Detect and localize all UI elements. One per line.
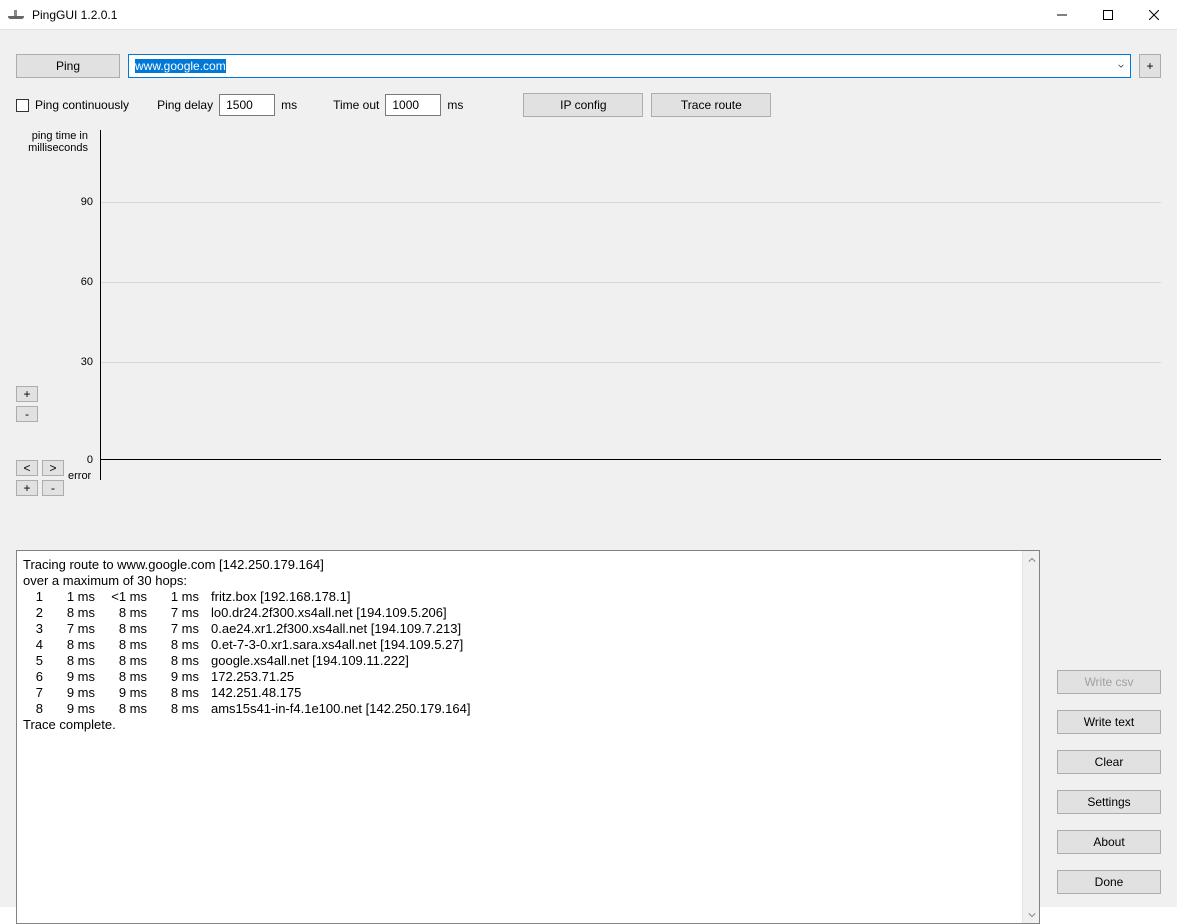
- chart-zoom-in-button[interactable]: +: [16, 386, 38, 402]
- chart-tick: 60: [53, 276, 93, 288]
- ping-delay-label: Ping delay: [157, 98, 213, 112]
- trace-output[interactable]: Tracing route to www.google.com [142.250…: [17, 551, 1022, 923]
- chart-nav-in-button[interactable]: +: [16, 480, 38, 496]
- minimize-icon: [1057, 10, 1067, 20]
- chart-nav-controls: < > + -: [16, 460, 64, 496]
- about-button[interactable]: About: [1057, 830, 1161, 854]
- window-minimize-button[interactable]: [1039, 0, 1085, 30]
- maximize-icon: [1103, 10, 1113, 20]
- chart-nav-prev-button[interactable]: <: [16, 460, 38, 476]
- clear-button[interactable]: Clear: [1057, 750, 1161, 774]
- caret-down-icon: [1028, 911, 1036, 919]
- scroll-up-button[interactable]: [1023, 551, 1040, 568]
- host-dropdown-button[interactable]: [1112, 55, 1130, 77]
- output-scrollbar[interactable]: [1022, 551, 1039, 923]
- add-host-button[interactable]: +: [1139, 54, 1161, 78]
- ping-continuously-checkbox[interactable]: Ping continuously: [16, 98, 129, 112]
- chevron-down-icon: [1118, 62, 1124, 70]
- chart-nav-next-button[interactable]: >: [42, 460, 64, 476]
- chart-zoom-controls: + -: [16, 386, 38, 422]
- timeout-input[interactable]: [385, 94, 441, 116]
- timeout-label: Time out: [333, 98, 379, 112]
- chart-xaxis: [101, 459, 1161, 460]
- done-button[interactable]: Done: [1057, 870, 1161, 894]
- timeout-unit: ms: [447, 98, 463, 112]
- side-buttons: Write csv Write text Clear Settings Abou…: [1057, 670, 1161, 894]
- chart-axis-area: 90 60 30 0: [100, 130, 1161, 480]
- output-panel: Tracing route to www.google.com [142.250…: [16, 550, 1040, 924]
- ipconfig-button[interactable]: IP config: [523, 93, 643, 117]
- chart-tick: 30: [53, 356, 93, 368]
- traceroute-button[interactable]: Trace route: [651, 93, 771, 117]
- scroll-down-button[interactable]: [1023, 906, 1040, 923]
- write-csv-button[interactable]: Write csv: [1057, 670, 1161, 694]
- window-maximize-button[interactable]: [1085, 0, 1131, 30]
- chart-zoom-out-button[interactable]: -: [16, 406, 38, 422]
- caret-up-icon: [1028, 556, 1036, 564]
- settings-button[interactable]: Settings: [1057, 790, 1161, 814]
- chart-tick: 90: [53, 196, 93, 208]
- window-close-button[interactable]: [1131, 0, 1177, 30]
- ping-chart: ping time inmilliseconds 90 60 30 0 erro…: [16, 130, 1161, 542]
- ping-continuously-label: Ping continuously: [35, 98, 129, 112]
- write-text-button[interactable]: Write text: [1057, 710, 1161, 734]
- titlebar: PingGUI 1.2.0.1: [0, 0, 1177, 30]
- chart-ylabel: ping time inmilliseconds: [16, 130, 88, 154]
- checkbox-box: [16, 99, 29, 112]
- ping-button[interactable]: Ping: [16, 54, 120, 78]
- app-icon: [8, 7, 24, 23]
- chart-error-label: error: [68, 470, 91, 482]
- close-icon: [1149, 10, 1159, 20]
- ping-delay-input[interactable]: [219, 94, 275, 116]
- host-input[interactable]: [129, 55, 1112, 77]
- host-combobox[interactable]: [128, 54, 1131, 78]
- chart-nav-out-button[interactable]: -: [42, 480, 64, 496]
- window-title: PingGUI 1.2.0.1: [32, 8, 117, 22]
- ping-delay-unit: ms: [281, 98, 297, 112]
